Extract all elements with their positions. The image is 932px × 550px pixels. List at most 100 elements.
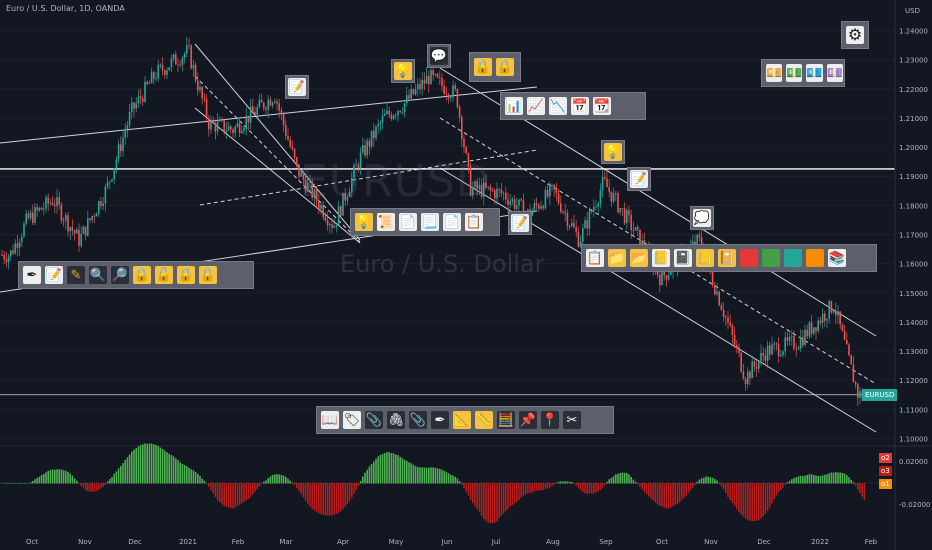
- osc-bar: [478, 483, 481, 512]
- toolbar-locks[interactable]: 🔒 🔒: [469, 52, 521, 82]
- toolbar-charts[interactable]: 📊 📈 📉 📅 📆: [500, 92, 646, 120]
- magnifier-left-icon[interactable]: 🔍: [89, 266, 107, 284]
- osc-bar: [263, 481, 265, 484]
- sound-pen-icon[interactable]: ✒: [23, 266, 41, 284]
- lock-icon[interactable]: 🔒: [496, 58, 514, 76]
- toolbar-books[interactable]: 📋 📁 📂 📒 📓 📒 📔 📚: [581, 244, 877, 272]
- y-tick-label: 1.21000: [899, 115, 928, 123]
- script-icon[interactable]: 📋: [465, 213, 483, 231]
- osc-bar: [663, 483, 665, 508]
- osc-bar: [839, 472, 841, 484]
- memo-marker-2[interactable]: 📝: [627, 167, 651, 191]
- idea-marker[interactable]: 💡: [391, 59, 415, 83]
- notepad-icon[interactable]: 📔: [718, 249, 736, 267]
- thought-marker[interactable]: 💭: [690, 206, 714, 230]
- osc-bar: [639, 483, 641, 487]
- gear-icon: ⚙: [846, 25, 864, 44]
- time-axis[interactable]: Oct Nov Dec 2021 Feb Mar Apr May Jun Jul Aug Sep Oct…: [26, 538, 878, 546]
- ledger-icon[interactable]: 📒: [652, 249, 670, 267]
- bar-chart-icon[interactable]: 📊: [505, 97, 523, 115]
- candle-body: [722, 310, 725, 317]
- blue-book-icon[interactable]: [784, 249, 802, 267]
- osc-bar: [474, 483, 476, 507]
- lock-icon[interactable]: 🔒: [133, 266, 151, 284]
- idea-marker-2[interactable]: 💡: [601, 140, 625, 164]
- lock-icon[interactable]: 🔒: [199, 266, 217, 284]
- pencil-icon[interactable]: ✎: [67, 266, 85, 284]
- x-tick-label: Nov: [78, 538, 92, 546]
- toolbar-money[interactable]: 💴 💵 💶 💷: [761, 59, 845, 87]
- comment-marker[interactable]: 💬: [427, 44, 451, 68]
- page-icon[interactable]: 📃: [421, 213, 439, 231]
- osc-bar: [582, 483, 584, 492]
- candle-body: [117, 144, 120, 160]
- lightbulb-icon[interactable]: 💡: [355, 213, 373, 231]
- lock-icon[interactable]: 🔒: [474, 58, 492, 76]
- settings-button[interactable]: ⚙: [841, 21, 869, 49]
- memo-marker[interactable]: 📝: [285, 75, 309, 99]
- label-icon[interactable]: 🏷: [343, 411, 361, 429]
- pushpin-icon[interactable]: 📌: [519, 411, 537, 429]
- abacus-icon[interactable]: 🧮: [497, 411, 515, 429]
- chart-down-icon[interactable]: 📉: [549, 97, 567, 115]
- orange-book-icon[interactable]: [806, 249, 824, 267]
- osc-bar: [461, 483, 463, 485]
- ruler-icon[interactable]: 📏: [475, 411, 493, 429]
- osc-bar: [533, 483, 536, 492]
- toolbar-tools-left[interactable]: ✒ 📝 ✎ 🔍 🔎 🔒 🔓 🔒 🔒: [18, 261, 254, 289]
- y-tick-label: 1.20000: [899, 144, 928, 152]
- osc-bar: [562, 481, 564, 484]
- clipboard-icon[interactable]: 📋: [586, 249, 604, 267]
- calendar-icon[interactable]: 📅: [571, 97, 589, 115]
- osc-bar: [656, 483, 659, 505]
- price-axis[interactable]: 1.24000 1.23000 1.22000 1.21000 1.20000 1.190…: [894, 0, 928, 550]
- candle-body: [293, 148, 296, 158]
- scissors-icon[interactable]: ✂: [563, 411, 581, 429]
- chart-up-icon[interactable]: 📈: [527, 97, 545, 115]
- money-icon[interactable]: 💵: [786, 64, 803, 82]
- candle-body: [557, 193, 560, 204]
- page-icon[interactable]: 📄: [443, 213, 461, 231]
- green-book-icon[interactable]: [762, 249, 780, 267]
- toolbar-documents[interactable]: 💡 📜 📄 📃 📄 📋: [350, 208, 500, 236]
- candle-body: [573, 223, 575, 228]
- paperclip-icon[interactable]: 📎: [365, 411, 383, 429]
- open-folder-icon[interactable]: 📂: [630, 249, 648, 267]
- candle-body: [421, 79, 423, 90]
- notebook-icon[interactable]: 📓: [674, 249, 692, 267]
- lock-icon[interactable]: 🔒: [177, 266, 195, 284]
- memo-marker-3[interactable]: 📝: [508, 211, 532, 235]
- triangle-ruler-icon[interactable]: 📐: [453, 411, 471, 429]
- magnifier-right-icon[interactable]: 🔎: [111, 266, 129, 284]
- folder-icon[interactable]: 📁: [608, 249, 626, 267]
- osc-bar: [348, 483, 351, 502]
- date-icon[interactable]: 📆: [593, 97, 611, 115]
- toolbar-office-tools[interactable]: 📖 🏷 📎 🖇 📎 ✒ 📐 📏 🧮 📌 📍 ✂: [316, 406, 614, 434]
- book-icon[interactable]: 📖: [321, 411, 339, 429]
- money-icon[interactable]: 💶: [806, 64, 823, 82]
- scroll-icon[interactable]: 📜: [377, 213, 395, 231]
- osc-bar: [630, 476, 632, 484]
- candle-body: [846, 339, 848, 345]
- osc-bar: [148, 443, 151, 484]
- unlock-icon[interactable]: 🔓: [155, 266, 173, 284]
- linked-clips-icon[interactable]: 🖇: [387, 411, 405, 429]
- candle-body: [408, 95, 410, 99]
- ledger-icon[interactable]: 📒: [696, 249, 714, 267]
- note-icon[interactable]: 📝: [45, 266, 63, 284]
- round-pin-icon[interactable]: 📍: [541, 411, 559, 429]
- pen-icon[interactable]: ✒: [431, 411, 449, 429]
- money-icon[interactable]: 💷: [826, 64, 843, 82]
- page-icon[interactable]: 📄: [399, 213, 417, 231]
- paperclip-icon[interactable]: 📎: [409, 411, 427, 429]
- books-icon[interactable]: 📚: [828, 249, 846, 267]
- money-icon[interactable]: 💴: [766, 64, 783, 82]
- osc-bar: [573, 483, 575, 484]
- osc-bar: [505, 483, 507, 512]
- red-book-icon[interactable]: [740, 249, 758, 267]
- candle-body: [148, 83, 151, 84]
- osc-bar: [419, 467, 421, 484]
- osc-bar: [729, 483, 731, 500]
- candle-body: [142, 98, 144, 102]
- candle-body: [742, 371, 745, 379]
